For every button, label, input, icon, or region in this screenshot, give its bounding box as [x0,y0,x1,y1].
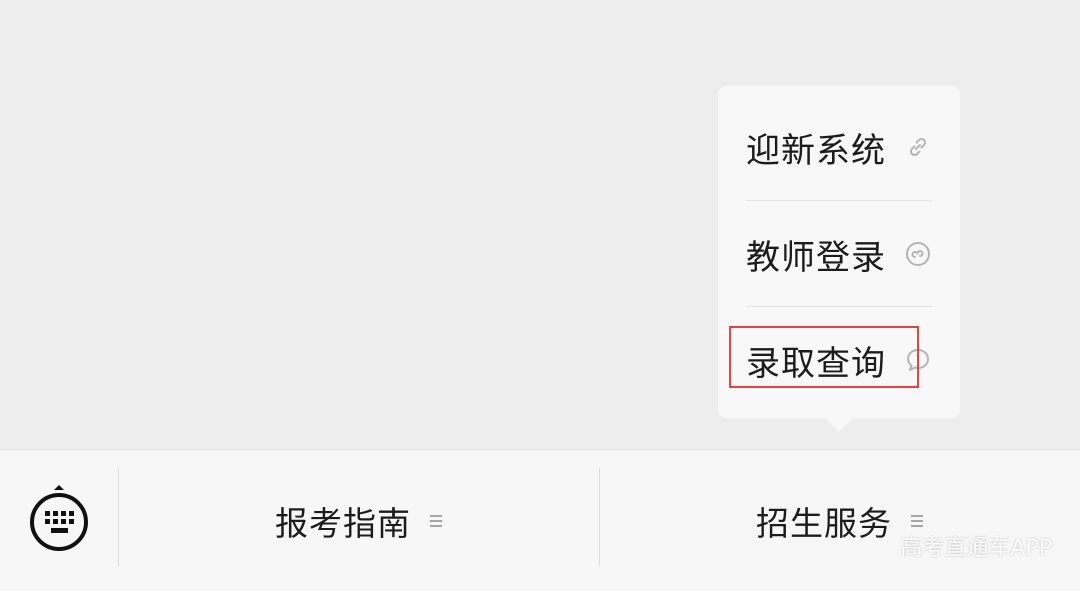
menu-item-label: 教师登录 [746,237,886,278]
watermark: 高考直通车APP [900,536,1052,561]
menu-item-label: 迎新系统 [746,130,886,171]
tab-application-guide[interactable]: 报考指南 [119,450,599,591]
tab-label: 报考指南 [275,503,411,543]
tab-label: 招生服务 [756,503,892,543]
keyboard-icon [30,485,88,551]
keyboard-toggle-button[interactable] [28,482,90,556]
menu-item-teacher-login[interactable]: 教师登录 [746,200,932,307]
tab-admission-services[interactable]: 招生服务 [600,450,1080,591]
mini-program-icon [904,240,932,268]
menu-lines-icon [429,514,443,528]
bottom-menu-bar: 报考指南 招生服务 [0,449,1080,591]
link-icon [904,133,932,161]
menu-item-welcome-system[interactable]: 迎新系统 [746,94,932,200]
highlight-box [729,326,919,388]
menu-lines-icon [910,514,924,528]
